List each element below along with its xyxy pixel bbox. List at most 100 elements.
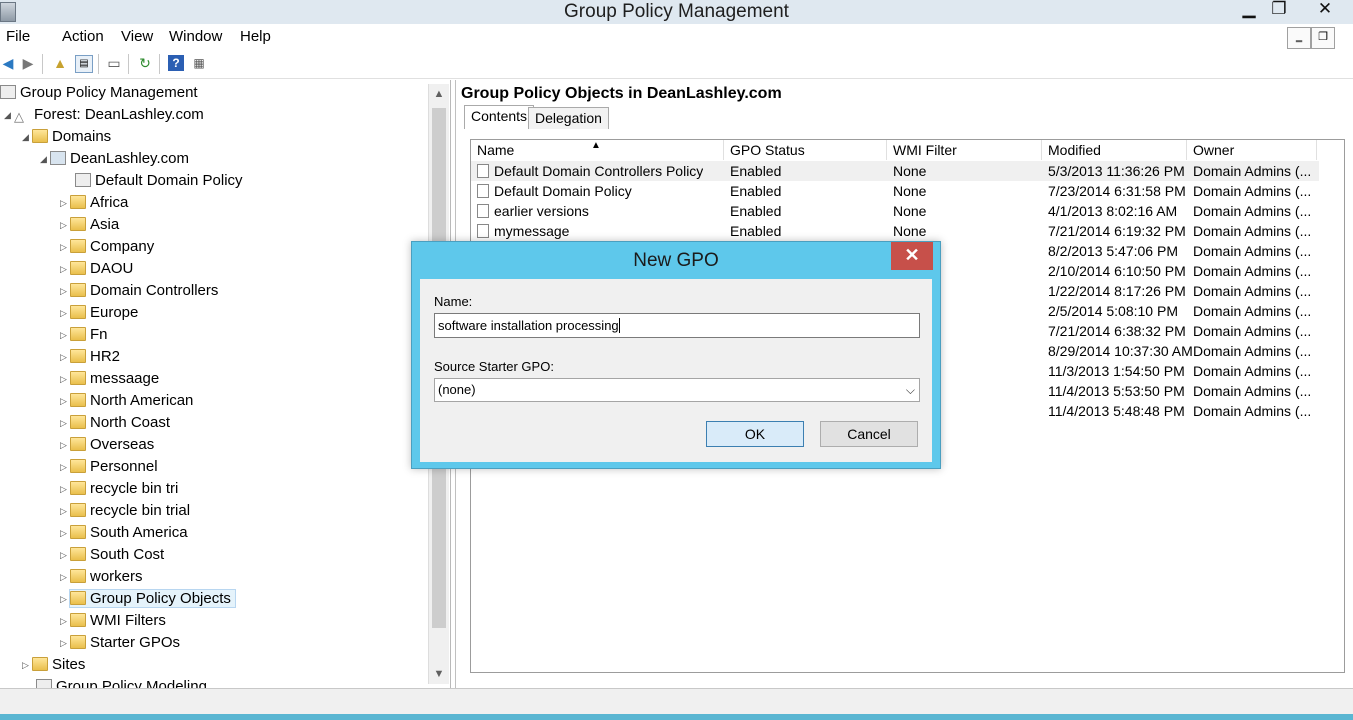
show-tree-icon[interactable]: ▤ — [75, 55, 93, 73]
tree-ou[interactable]: ▷ Domain Controllers — [60, 281, 218, 301]
mdi-minimize-button[interactable]: ‗ — [1287, 27, 1311, 49]
tree-ou[interactable]: ▷ Europe — [60, 303, 138, 323]
table-row[interactable]: Default Domain Controllers Policy Enable… — [471, 161, 1319, 181]
tree-modeling[interactable]: Group Policy Modeling — [36, 677, 207, 688]
tree-ou[interactable]: ▷ HR2 — [60, 347, 120, 367]
tree-default-domain-policy[interactable]: Default Domain Policy — [75, 171, 243, 191]
collapse-icon[interactable]: ◢ — [22, 127, 32, 147]
expand-icon[interactable]: ▷ — [60, 281, 70, 301]
tree-ou[interactable]: ▷ recycle bin trial — [60, 501, 190, 521]
table-row[interactable]: Default Domain Policy Enabled None 7/23/… — [471, 181, 1319, 201]
row-status: Enabled — [730, 163, 782, 179]
tree-ou[interactable]: ▷ South Cost — [60, 545, 164, 565]
column-header-modified[interactable]: Modified — [1042, 140, 1187, 160]
ou-folder-icon — [70, 459, 86, 473]
expand-icon[interactable]: ▷ — [60, 479, 70, 499]
expand-icon[interactable]: ▷ — [60, 457, 70, 477]
ou-label: South America — [90, 524, 188, 541]
expand-icon[interactable]: ▷ — [60, 303, 70, 323]
expand-icon[interactable]: ▷ — [60, 501, 70, 521]
tree-ou[interactable]: ▷ Africa — [60, 193, 128, 213]
menu-action[interactable]: Action — [62, 28, 104, 45]
tree-wmi-filters[interactable]: ▷ WMI Filters — [60, 611, 166, 631]
expand-icon[interactable]: ▷ — [60, 589, 70, 609]
expand-icon[interactable]: ▷ — [60, 237, 70, 257]
tree-ou[interactable]: ▷ North Coast — [60, 413, 170, 433]
expand-icon[interactable]: ▷ — [22, 655, 32, 675]
expand-icon[interactable]: ▷ — [60, 567, 70, 587]
mdi-restore-button[interactable]: ❐ — [1311, 27, 1335, 49]
tree-sites[interactable]: ▷ Sites — [22, 655, 85, 675]
row-owner: Domain Admins (... — [1193, 223, 1312, 239]
tree-domain[interactable]: ◢ DeanLashley.com — [40, 149, 189, 169]
column-header-wmi[interactable]: WMI Filter — [887, 140, 1042, 160]
properties-icon[interactable]: ▦ — [191, 55, 207, 71]
scroll-down-icon[interactable]: ▼ — [429, 664, 449, 684]
column-header-owner[interactable]: Owner — [1187, 140, 1317, 160]
tree-root[interactable]: Group Policy Management — [0, 83, 198, 103]
row-owner: Domain Admins (... — [1193, 343, 1312, 359]
expand-icon[interactable]: ▷ — [60, 193, 70, 213]
expand-icon[interactable]: ▷ — [60, 259, 70, 279]
column-header-status[interactable]: GPO Status — [724, 140, 887, 160]
ou-folder-icon — [70, 239, 86, 253]
tree-ou[interactable]: ▷ DAOU — [60, 259, 133, 279]
cancel-button[interactable]: Cancel — [820, 421, 918, 447]
expand-icon[interactable]: ▷ — [60, 611, 70, 631]
tree-ou[interactable]: ▷ Overseas — [60, 435, 154, 455]
tree-ou[interactable]: ▷ Fn — [60, 325, 108, 345]
column-header-name[interactable]: Name ▲ — [471, 140, 724, 160]
tree-ou[interactable]: ▷ workers — [60, 567, 143, 587]
tree-ou[interactable]: ▷ Personnel — [60, 457, 158, 477]
tree-ou[interactable]: ▷ messaage — [60, 369, 159, 389]
clipboard-icon[interactable]: ▭ — [106, 55, 122, 71]
collapse-icon[interactable]: ◢ — [4, 105, 14, 125]
refresh-icon[interactable]: ↻ — [137, 55, 153, 71]
table-row[interactable]: earlier versions Enabled None 4/1/2013 8… — [471, 201, 1319, 221]
expand-icon[interactable]: ▷ — [60, 325, 70, 345]
ok-button[interactable]: OK — [706, 421, 804, 447]
gpo-name-input[interactable]: software installation processing — [434, 313, 920, 338]
collapse-icon[interactable]: ◢ — [40, 149, 50, 169]
expand-icon[interactable]: ▷ — [60, 633, 70, 653]
row-modified: 7/21/2014 6:19:32 PM — [1048, 223, 1186, 239]
table-row[interactable]: mymessage Enabled None 7/21/2014 6:19:32… — [471, 221, 1319, 241]
tree-ou[interactable]: ▷ South America — [60, 523, 188, 543]
tab-delegation[interactable]: Delegation — [528, 107, 609, 129]
tree-group-policy-objects[interactable]: ▷ Group Policy Objects — [60, 589, 236, 609]
up-folder-icon[interactable]: ▲ — [52, 55, 68, 71]
tree-forest[interactable]: ◢ △ Forest: DeanLashley.com — [4, 105, 204, 125]
expand-icon[interactable]: ▷ — [60, 391, 70, 411]
row-modified: 7/23/2014 6:31:58 PM — [1048, 183, 1186, 199]
scroll-up-icon[interactable]: ▲ — [429, 84, 449, 104]
dialog-close-button[interactable]: ✕ — [891, 242, 933, 270]
menu-window[interactable]: Window — [169, 28, 222, 45]
back-arrow-icon[interactable]: ◀ — [0, 55, 16, 71]
expand-icon[interactable]: ▷ — [60, 347, 70, 367]
tree-ou[interactable]: ▷ recycle bin tri — [60, 479, 178, 499]
status-bar — [0, 688, 1353, 720]
expand-icon[interactable]: ▷ — [60, 215, 70, 235]
tree-starter-gpos[interactable]: ▷ Starter GPOs — [60, 633, 180, 653]
ou-label: Europe — [90, 304, 139, 321]
tree-ou[interactable]: ▷ Company — [60, 237, 154, 257]
menu-help[interactable]: Help — [240, 28, 271, 45]
window-title: Group Policy Management — [564, 1, 789, 22]
expand-icon[interactable]: ▷ — [60, 369, 70, 389]
restore-button[interactable]: ❐ — [1256, 0, 1302, 20]
close-button[interactable]: ✕ — [1302, 0, 1348, 20]
tree-ou[interactable]: ▷ North American — [60, 391, 193, 411]
forward-arrow-icon[interactable]: ▶ — [20, 55, 36, 71]
menu-view[interactable]: View — [121, 28, 153, 45]
expand-icon[interactable]: ▷ — [60, 435, 70, 455]
menu-file[interactable]: File — [6, 28, 30, 45]
source-starter-select[interactable]: (none) ⌵ — [434, 378, 920, 402]
tree-ou[interactable]: ▷ Asia — [60, 215, 119, 235]
expand-icon[interactable]: ▷ — [60, 413, 70, 433]
expand-icon[interactable]: ▷ — [60, 545, 70, 565]
title-bar: Group Policy Management ▁ ❐ ✕ — [0, 0, 1353, 24]
expand-icon[interactable]: ▷ — [60, 523, 70, 543]
help-icon[interactable]: ? — [168, 55, 184, 71]
tree-domains[interactable]: ◢ Domains — [22, 127, 111, 147]
tab-contents[interactable]: Contents — [464, 105, 535, 129]
